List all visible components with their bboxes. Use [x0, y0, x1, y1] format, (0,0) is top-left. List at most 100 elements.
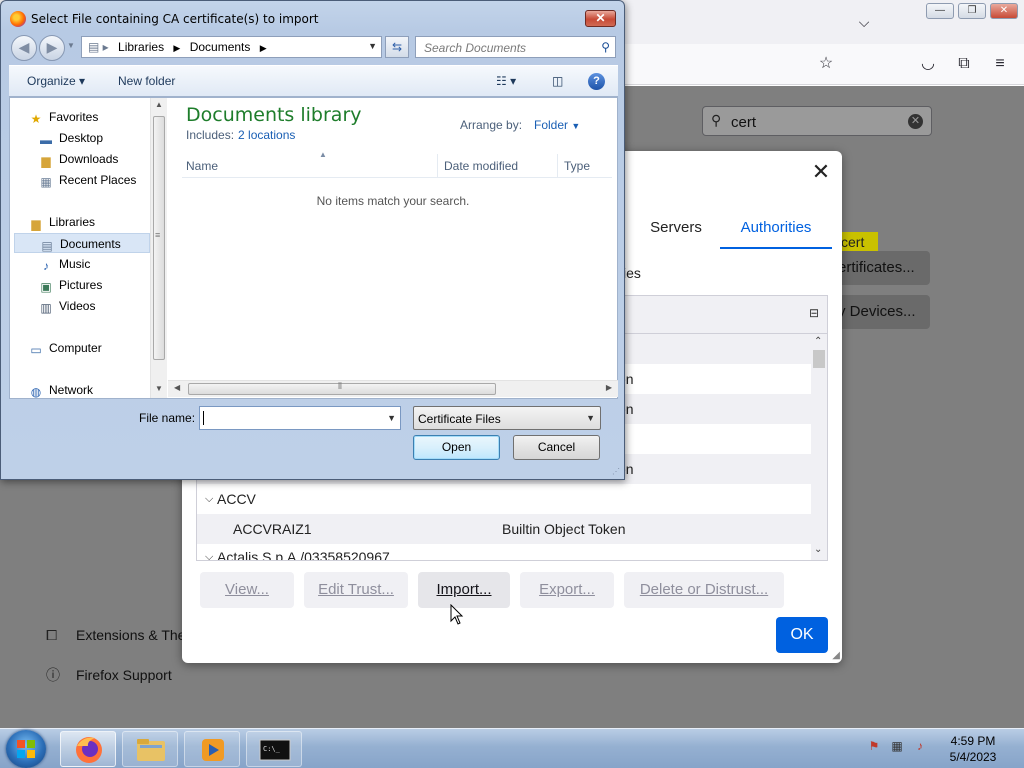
restore-button[interactable]: ❐	[958, 3, 986, 19]
nav-music[interactable]: ♪ Music	[38, 254, 90, 274]
delete-or-distrust-button[interactable]: Delete or Distrust...	[624, 572, 784, 608]
scroll-thumb[interactable]	[188, 383, 496, 395]
dialog-titlebar[interactable]: Select File containing CA certificate(s)…	[1, 1, 624, 35]
horizontal-scrollbar[interactable]: ◀ ⦀ ▶	[168, 380, 618, 397]
grip-icon: ≡	[155, 230, 161, 240]
scroll-up-icon[interactable]: ▲	[155, 100, 163, 109]
resize-grip-icon[interactable]: ◢	[832, 650, 840, 661]
scroll-down-icon[interactable]: ▼	[155, 384, 163, 393]
nav-desktop[interactable]: ▬ Desktop	[38, 128, 103, 148]
file-name-input[interactable]	[202, 409, 382, 427]
view-button[interactable]: View...	[200, 572, 294, 608]
close-icon[interactable]: ✕	[810, 161, 832, 183]
search-input[interactable]: Search Documents ⚲	[415, 36, 616, 58]
bookmark-star-icon[interactable]: ☆	[816, 54, 836, 74]
breadcrumb-libraries[interactable]: Libraries	[118, 40, 164, 54]
search-highlight: cert	[838, 232, 878, 252]
preview-pane-icon[interactable]: ◫	[552, 74, 563, 88]
ok-button[interactable]: OK	[776, 617, 828, 653]
sidebar-extensions-link[interactable]: ⧠ Extensions & The	[46, 627, 185, 644]
nav-network[interactable]: ◍ Network	[28, 380, 93, 400]
nav-libraries[interactable]: ▆ Libraries	[28, 212, 95, 232]
tree-scrollbar[interactable]: ⌃ ⌄	[811, 334, 827, 560]
file-name-field[interactable]: ▼	[199, 406, 401, 430]
close-window-button[interactable]: ✕	[990, 3, 1018, 19]
library-title: Documents library	[186, 104, 362, 126]
taskbar-explorer[interactable]	[122, 731, 178, 767]
forward-button[interactable]: ▶	[39, 35, 65, 61]
file-open-dialog: Select File containing CA certificate(s)…	[0, 0, 625, 480]
pocket-icon[interactable]: ◡	[918, 54, 938, 74]
nav-documents[interactable]: ▤ Documents	[14, 233, 150, 253]
nav-favorites[interactable]: ★ Favorites	[28, 107, 99, 127]
extensions-icon[interactable]: ⧉	[954, 54, 974, 74]
navigation-scrollbar[interactable]: ▲ ≡ ▼	[150, 98, 167, 398]
network-status-icon[interactable]: ▦	[889, 739, 905, 755]
column-picker-icon[interactable]: ⊟	[809, 306, 819, 320]
nav-downloads[interactable]: ▆ Downloads	[38, 149, 118, 169]
menu-icon[interactable]: ≡	[990, 54, 1010, 74]
back-button[interactable]: ◀	[11, 35, 37, 61]
view-options-icon[interactable]: ☷ ▾	[496, 74, 516, 88]
column-type[interactable]: Type	[564, 159, 590, 173]
chevron-right-icon[interactable]: ▶	[173, 43, 180, 53]
settings-search-value: cert	[731, 114, 757, 131]
close-button[interactable]: ✕	[585, 10, 616, 27]
scroll-right-icon[interactable]: ▶	[606, 383, 612, 392]
new-folder-button[interactable]: New folder	[118, 74, 175, 88]
action-center-flag-icon[interactable]: ⚑	[866, 739, 882, 755]
address-bar[interactable]: ▤ ▸ Libraries ▶ Documents ▶ ▼	[81, 36, 382, 58]
help-icon[interactable]: ?	[588, 73, 605, 90]
tab-authorities[interactable]: Authorities	[720, 213, 832, 249]
breadcrumb-documents[interactable]: Documents	[190, 40, 251, 54]
tree-row[interactable]: ACCVRAIZ1 Builtin Object Token	[197, 514, 811, 544]
open-button[interactable]: Open	[413, 435, 500, 460]
scroll-down-icon[interactable]: ⌄	[814, 544, 822, 555]
arrange-by-dropdown[interactable]: Folder ▼	[534, 118, 580, 132]
tree-group-accv[interactable]: ⌵ ACCV	[197, 484, 811, 514]
taskbar-cmd[interactable]: C:\_	[246, 731, 302, 767]
grip-icon: ⦀	[338, 381, 342, 391]
resize-grip-icon[interactable]: ⋰	[612, 467, 620, 476]
file-type-select[interactable]: Certificate Files ▼	[413, 406, 601, 430]
nav-videos[interactable]: ▥ Videos	[38, 296, 95, 316]
taskbar-firefox[interactable]	[60, 731, 116, 767]
column-name[interactable]: Name	[186, 159, 218, 173]
chevron-down-icon[interactable]: ▼	[368, 41, 377, 51]
nav-recent-places[interactable]: ▦ Recent Places	[38, 170, 136, 190]
sidebar-support-link[interactable]: ⓘ Firefox Support	[46, 665, 172, 685]
clear-search-icon[interactable]: ✕	[908, 114, 923, 129]
edit-trust-button[interactable]: Edit Trust...	[304, 572, 408, 608]
tab-servers[interactable]: Servers	[638, 213, 714, 249]
export-button[interactable]: Export...	[520, 572, 614, 608]
settings-search-input[interactable]: ⚲ cert ✕	[702, 106, 932, 136]
security-devices-button[interactable]: y Devices...	[832, 295, 930, 329]
refresh-button[interactable]: ⇆	[385, 36, 409, 58]
scroll-thumb[interactable]	[813, 350, 825, 368]
group-label: ACCV	[217, 491, 256, 507]
scroll-up-icon[interactable]: ⌃	[814, 336, 822, 347]
column-date-modified[interactable]: Date modified	[444, 159, 518, 173]
recent-pages-icon[interactable]: ▼	[67, 41, 75, 50]
scroll-left-icon[interactable]: ◀	[174, 383, 180, 392]
clock[interactable]: 4:59 PM 5/4/2023	[940, 733, 1006, 765]
folder-icon: ▤ ▸	[88, 40, 109, 54]
cancel-button[interactable]: Cancel	[513, 435, 600, 460]
list-all-tabs-icon[interactable]: ⌵	[854, 12, 874, 32]
tree-group-actalis[interactable]: ⌵ Actalis S.p.A./03358520967	[197, 542, 811, 560]
nav-pictures[interactable]: ▣ Pictures	[38, 275, 102, 295]
taskbar-media-player[interactable]	[184, 731, 240, 767]
import-button[interactable]: Import...	[418, 572, 510, 608]
minimize-button[interactable]: —	[926, 3, 954, 19]
dialog-body: ★ Favorites ▬ Desktop ▆ Downloads ▦ Recent P…	[9, 97, 618, 399]
nav-computer[interactable]: ▭ Computer	[28, 338, 101, 358]
chevron-right-icon[interactable]: ▶	[260, 43, 267, 53]
start-button[interactable]	[6, 730, 46, 768]
chevron-down-icon[interactable]: ⌵	[205, 484, 213, 514]
volume-muted-icon[interactable]: ♪	[912, 739, 928, 755]
organize-button[interactable]: Organize ▾	[27, 74, 85, 88]
chevron-down-icon[interactable]: ▼	[387, 413, 396, 423]
view-certificates-button[interactable]: ertificates...	[832, 251, 930, 285]
locations-link[interactable]: 2 locations	[238, 128, 295, 142]
chevron-down-icon[interactable]: ⌵	[205, 542, 213, 560]
